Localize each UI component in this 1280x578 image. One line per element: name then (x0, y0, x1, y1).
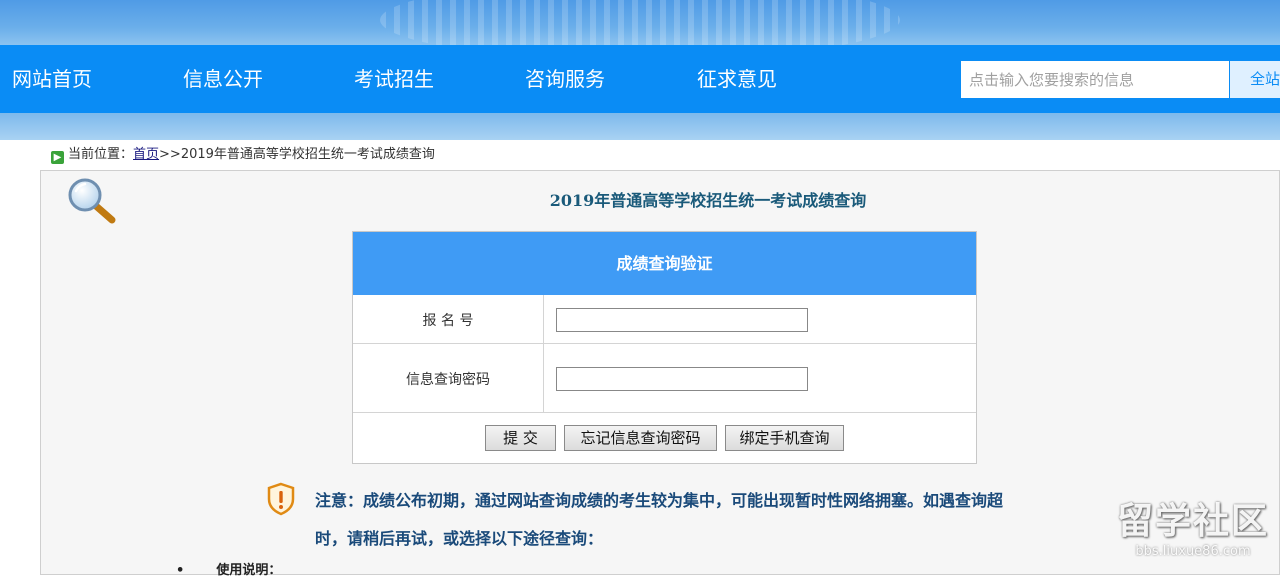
banner-decoration (380, 0, 900, 45)
bind-phone-button[interactable]: 绑定手机查询 (725, 425, 844, 451)
breadcrumb: ▶ 当前位置：首页>>2019年普通高等学校招生统一考试成绩查询 (51, 145, 435, 165)
search-scope-button[interactable]: 全站 (1230, 61, 1280, 98)
nav-item-consulting[interactable]: 咨询服务 (525, 45, 605, 113)
column-divider (543, 295, 544, 413)
warning-icon (267, 482, 295, 516)
query-password-input[interactable] (556, 367, 808, 391)
forgot-password-button[interactable]: 忘记信息查询密码 (564, 425, 717, 451)
usage-bullet: • (176, 563, 185, 578)
usage-label: 使用说明： (216, 563, 282, 578)
registration-number-input[interactable] (556, 308, 808, 332)
submit-button[interactable]: 提 交 (485, 425, 556, 451)
nav-item-exam-admission[interactable]: 考试招生 (354, 45, 434, 113)
search-input[interactable] (961, 61, 1229, 98)
magnifier-icon (68, 178, 116, 224)
score-query-form: 成绩查询验证 报 名 号 信息查询密码 提 交 忘记信息查询密码 绑定手机查询 (352, 231, 977, 464)
registration-number-label: 报 名 号 (422, 313, 474, 329)
row-divider (353, 412, 976, 413)
site-watermark: 留学社区 bbs.liuxue86.com (1108, 500, 1278, 570)
watermark-url: bbs.liuxue86.com (1135, 544, 1251, 559)
breadcrumb-prefix: 当前位置： (68, 147, 134, 162)
nav-item-info-disclosure[interactable]: 信息公开 (183, 45, 263, 113)
notice-text: 注意：成绩公布初期，通过网站查询成绩的考生较为集中，可能出现暂时性网络拥塞。如遇… (315, 482, 1090, 558)
notice-line-1: 注意：成绩公布初期，通过网站查询成绩的考生较为集中，可能出现暂时性网络拥塞。如遇… (315, 491, 1004, 510)
watermark-title: 留学社区 (1116, 501, 1269, 542)
nav-item-feedback[interactable]: 征求意见 (697, 45, 777, 113)
breadcrumb-arrow-icon: ▶ (51, 151, 64, 164)
header-banner (0, 0, 1280, 45)
breadcrumb-home-link[interactable]: 首页 (133, 147, 159, 162)
sub-banner (0, 113, 1280, 140)
breadcrumb-current: 2019年普通高等学校招生统一考试成绩查询 (180, 147, 435, 162)
form-header: 成绩查询验证 (353, 232, 976, 295)
row-divider (353, 343, 976, 344)
query-password-label: 信息查询密码 (406, 372, 490, 388)
nav-item-home[interactable]: 网站首页 (12, 45, 92, 113)
breadcrumb-separator: >> (159, 147, 181, 162)
notice-line-2: 时，请稍后再试，或选择以下途径查询： (315, 529, 604, 548)
page-title: 2019年普通高等学校招生统一考试成绩查询 (549, 191, 867, 210)
usage-instructions: • 使用说明： (176, 559, 281, 578)
